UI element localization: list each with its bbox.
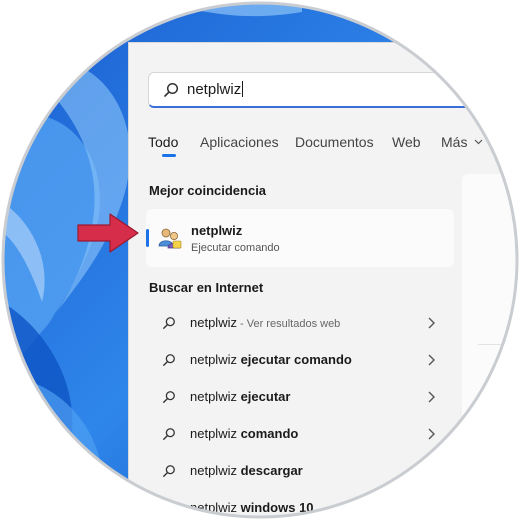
search-icon: [163, 465, 175, 477]
web-result[interactable]: netplwiz comando: [146, 417, 454, 451]
web-result[interactable]: netplwiz descargar: [146, 454, 454, 488]
web-result[interactable]: netplwiz windows 10: [146, 491, 454, 520]
tab-mas[interactable]: Más: [441, 134, 483, 150]
result-text: netplwiz windows 10: [190, 500, 314, 515]
best-match-result[interactable]: netplwiz Ejecutar comando: [146, 209, 454, 267]
search-icon: [164, 82, 179, 97]
tab-web[interactable]: Web: [392, 134, 421, 150]
users-app-icon: [158, 228, 182, 249]
best-match-name: netplwiz: [191, 223, 243, 238]
result-text: netplwiz ejecutar comando: [190, 352, 352, 367]
result-hint: - Ver resultados web: [236, 318, 341, 330]
web-result[interactable]: netplwiz - Ver resultados web: [146, 306, 454, 340]
tab-todo[interactable]: Todo: [148, 134, 178, 150]
tab-aplicaciones[interactable]: Aplicaciones: [200, 134, 279, 150]
chevron-right-icon: [428, 317, 435, 329]
red-arrow-annotation: [77, 213, 139, 253]
tab-documentos[interactable]: Documentos: [295, 134, 374, 150]
filter-tabs: Todo Aplicaciones Documentos Web Más: [148, 131, 520, 157]
search-icon: [163, 428, 175, 440]
chevron-right-icon: [428, 391, 435, 403]
text-caret: [242, 81, 244, 97]
search-icon: [163, 391, 175, 403]
result-text: netplwiz - Ver resultados web: [190, 315, 341, 330]
search-icon: [163, 317, 175, 329]
screenshot-stage: netplwiz Todo Aplicaciones Documentos We…: [0, 0, 520, 520]
preview-pane: [462, 174, 520, 520]
search-icon: [163, 502, 175, 514]
selection-indicator: [146, 229, 149, 247]
best-match-subtitle: Ejecutar comando: [191, 242, 280, 254]
search-query-text: netplwiz: [187, 81, 244, 98]
best-match-heading: Mejor coincidencia: [149, 183, 267, 198]
result-text: netplwiz ejecutar: [190, 389, 291, 404]
web-result[interactable]: netplwiz ejecutar comando: [146, 343, 454, 377]
result-text: netplwiz comando: [190, 426, 299, 441]
search-icon: [163, 354, 175, 366]
chevron-right-icon: [428, 428, 435, 440]
chevron-right-icon: [428, 354, 435, 366]
search-input[interactable]: netplwiz: [148, 72, 478, 108]
result-text: netplwiz descargar: [190, 463, 303, 478]
web-result[interactable]: netplwiz ejecutar: [146, 380, 454, 414]
active-tab-indicator: [162, 154, 176, 157]
preview-divider: [478, 344, 520, 345]
chevron-down-icon: [474, 139, 483, 145]
internet-search-heading: Buscar en Internet: [149, 280, 264, 295]
